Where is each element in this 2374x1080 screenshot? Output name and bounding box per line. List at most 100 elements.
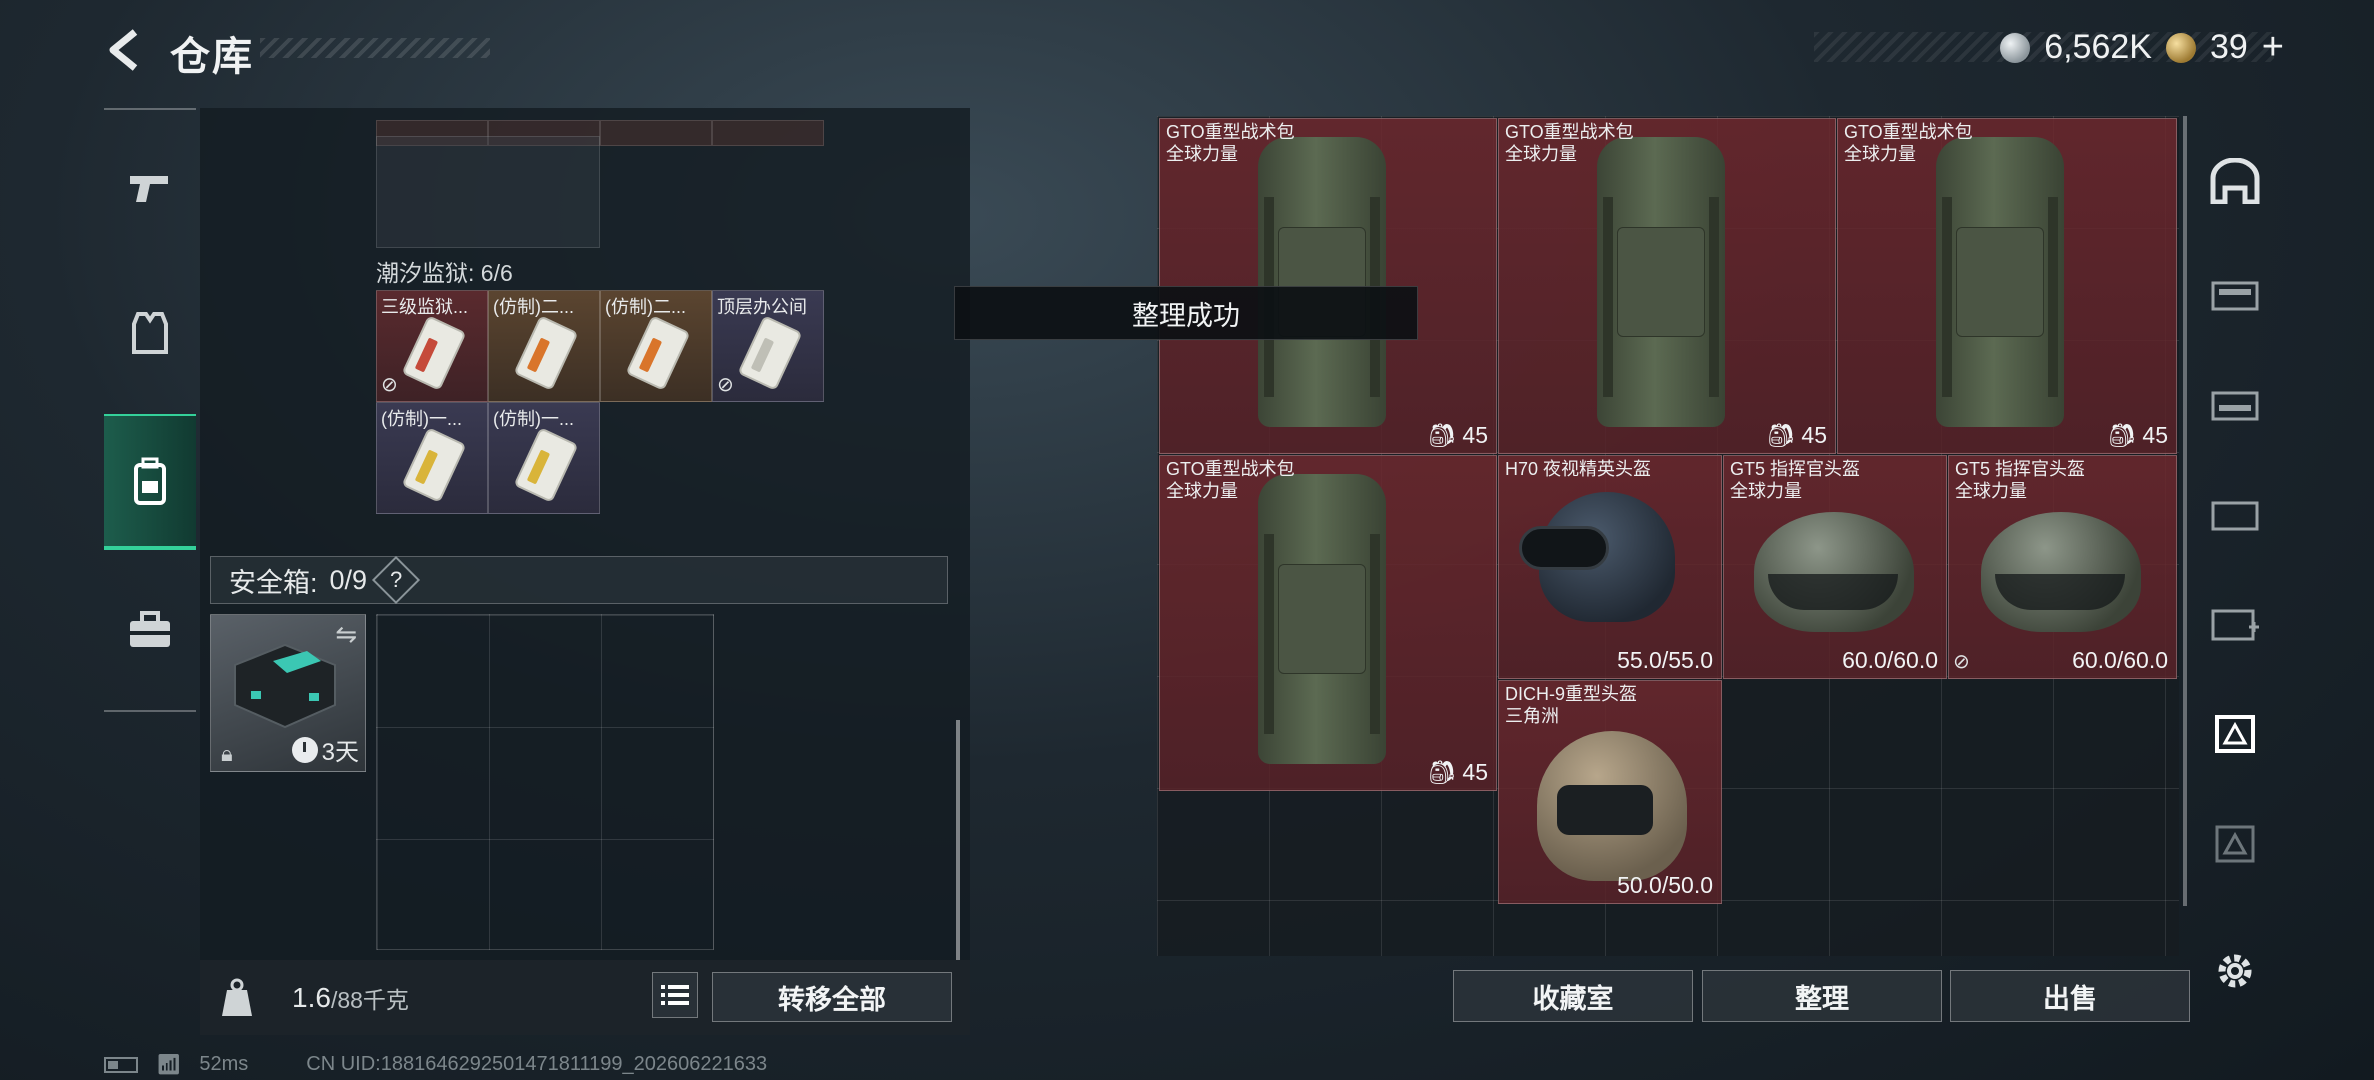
shelf-icon bbox=[2211, 501, 2259, 531]
rail-tier-4-b[interactable] bbox=[2195, 466, 2275, 556]
rail-tier-4-c[interactable] bbox=[2195, 576, 2275, 666]
capacity-icon: 🎒︎ bbox=[2107, 422, 2137, 448]
keycard-item[interactable]: (仿制)一... bbox=[488, 402, 600, 514]
night-vision-icon bbox=[1519, 526, 1609, 570]
bunker-icon bbox=[2210, 158, 2260, 204]
keycard-item[interactable]: 顶层办公间 ⊘ bbox=[712, 290, 824, 402]
keycard-icon bbox=[513, 315, 579, 391]
helmet-image bbox=[1754, 512, 1914, 632]
pistol-icon bbox=[130, 176, 168, 202]
backpack-icon bbox=[134, 457, 166, 505]
toast-message: 整理成功 bbox=[954, 286, 1418, 340]
list-icon bbox=[661, 985, 689, 1005]
durability: 60.0/60.0 bbox=[2072, 647, 2168, 673]
rail-tier-4-d[interactable] bbox=[2195, 796, 2275, 886]
swap-icon: ⇋ bbox=[335, 619, 357, 649]
keycard-icon bbox=[401, 427, 467, 503]
rail-home[interactable] bbox=[2195, 136, 2275, 226]
keycard-item[interactable]: (仿制)二... bbox=[488, 290, 600, 402]
safebox-count: 0/9 bbox=[329, 564, 368, 595]
backpack-image bbox=[1936, 137, 2064, 427]
grid-cell[interactable] bbox=[600, 120, 712, 146]
help-button[interactable]: ? bbox=[372, 555, 421, 605]
safe-grid bbox=[376, 614, 714, 950]
no-transfer-icon: ⊘ bbox=[717, 374, 734, 396]
transfer-all-button[interactable]: 转移全部 bbox=[712, 972, 952, 1022]
keycard-item[interactable]: (仿制)一... bbox=[376, 402, 488, 514]
settings-button[interactable] bbox=[2195, 926, 2275, 1016]
tide-prison-section-label: 潮汐监狱: 6/6 bbox=[376, 260, 513, 286]
nav-backpack[interactable] bbox=[104, 414, 196, 550]
grid-cell[interactable] bbox=[712, 120, 824, 146]
durability: 50.0/50.0 bbox=[1617, 872, 1713, 898]
durability: 60.0/60.0 bbox=[1842, 647, 1938, 673]
collection-room-button[interactable]: 收藏室 bbox=[1453, 970, 1693, 1022]
title-decoration bbox=[260, 38, 490, 58]
shelf-icon bbox=[2211, 281, 2259, 311]
helmet-image bbox=[1981, 512, 2141, 632]
weight-bar: 1.6 /88千克 转移全部 bbox=[200, 960, 970, 1035]
right-scrollbar[interactable] bbox=[2183, 116, 2187, 906]
capacity-icon: 🎒︎ bbox=[1427, 422, 1457, 448]
left-scrollbar[interactable] bbox=[956, 720, 960, 960]
battery-icon bbox=[104, 1056, 138, 1073]
safebox-label: 安全箱: bbox=[229, 567, 318, 598]
backpack-item[interactable]: GTO重型战术包 全球力量 🎒︎ 45 bbox=[1159, 455, 1497, 791]
rail-tier-4-active[interactable] bbox=[2195, 686, 2275, 776]
help-icon: ? bbox=[389, 567, 403, 592]
nav-weapons[interactable] bbox=[104, 120, 196, 256]
timer: 3天 bbox=[291, 732, 359, 767]
currency-bar: 6,562K 39 + bbox=[2000, 26, 2284, 69]
backpack-image bbox=[1258, 474, 1386, 764]
keycard-icon bbox=[401, 315, 467, 391]
weight-max: /88千克 bbox=[330, 986, 409, 1013]
gear-icon bbox=[2218, 954, 2252, 988]
capacity-icon: 🎒︎ bbox=[1427, 759, 1457, 785]
left-nav bbox=[104, 108, 196, 712]
list-view-button[interactable] bbox=[652, 972, 698, 1018]
durability: 55.0/55.0 bbox=[1617, 647, 1713, 673]
chevron-left-icon bbox=[109, 29, 138, 71]
backpack-item[interactable]: GTO重型战术包 全球力量 🎒︎ 45 bbox=[1498, 118, 1836, 454]
capacity-icon: 🎒︎ bbox=[1766, 422, 1796, 448]
helmet-item[interactable]: DICH-9重型头盔 三角洲 50.0/50.0 bbox=[1498, 680, 1722, 904]
lock-icon: 🔒︎ bbox=[221, 741, 233, 766]
silver-amount: 6,562K bbox=[2044, 28, 2152, 66]
backpack-image bbox=[1597, 137, 1725, 427]
safe-container-item[interactable]: ⇋ 🔒︎ 3天 bbox=[210, 614, 366, 772]
add-gold-button[interactable]: + bbox=[2262, 26, 2284, 69]
helmet-item[interactable]: H70 夜视精英头盔 55.0/55.0 bbox=[1498, 455, 1722, 679]
back-button[interactable] bbox=[100, 22, 150, 78]
gold-coin-icon bbox=[2165, 32, 2196, 63]
sell-button[interactable]: 出售 bbox=[1950, 970, 2190, 1022]
keycard-item[interactable]: 三级监狱... ⊘ bbox=[376, 290, 488, 402]
organize-button[interactable]: 整理 bbox=[1702, 970, 1942, 1022]
weight-current: 1.6 bbox=[292, 981, 331, 1013]
helmet-item[interactable]: GT5 指挥官头盔 全球力量 ⊘ 60.0/60.0 bbox=[1948, 455, 2177, 679]
wifi-icon: 📶︎ bbox=[156, 1054, 182, 1076]
keycard-icon bbox=[737, 315, 803, 391]
helmet-item[interactable]: GT5 指挥官头盔 全球力量 60.0/60.0 bbox=[1723, 455, 1947, 679]
no-transfer-icon: ⊘ bbox=[381, 374, 398, 396]
shelf-icon bbox=[2211, 391, 2259, 421]
uid: CN UID:1881646292501471811199_2026062216… bbox=[306, 1053, 768, 1075]
backpack-image bbox=[1258, 137, 1386, 427]
gold-amount: 39 bbox=[2209, 28, 2248, 66]
keycard-icon bbox=[625, 315, 691, 391]
silver-coin-icon bbox=[2000, 32, 2031, 63]
grid-cell[interactable] bbox=[376, 136, 600, 248]
backpack-item[interactable]: GTO重型战术包 全球力量 🎒︎ 45 bbox=[1837, 118, 2177, 454]
crate-icon bbox=[2215, 715, 2255, 753]
keycard-item[interactable]: (仿制)二... bbox=[600, 290, 712, 402]
crate-icon bbox=[2215, 825, 2255, 863]
right-rail bbox=[2195, 116, 2275, 1036]
nav-toolbox[interactable] bbox=[104, 562, 196, 698]
no-transfer-icon: ⊘ bbox=[1953, 651, 1970, 673]
rail-tier-4-a[interactable] bbox=[2195, 246, 2275, 336]
keycard-icon bbox=[513, 427, 579, 503]
clock-icon bbox=[291, 736, 318, 763]
rail-tier-3[interactable] bbox=[2195, 356, 2275, 446]
nav-armor[interactable] bbox=[104, 266, 196, 402]
right-action-bar: 收藏室 整理 出售 bbox=[1157, 956, 2190, 1031]
page-title: 仓库 bbox=[170, 35, 254, 79]
